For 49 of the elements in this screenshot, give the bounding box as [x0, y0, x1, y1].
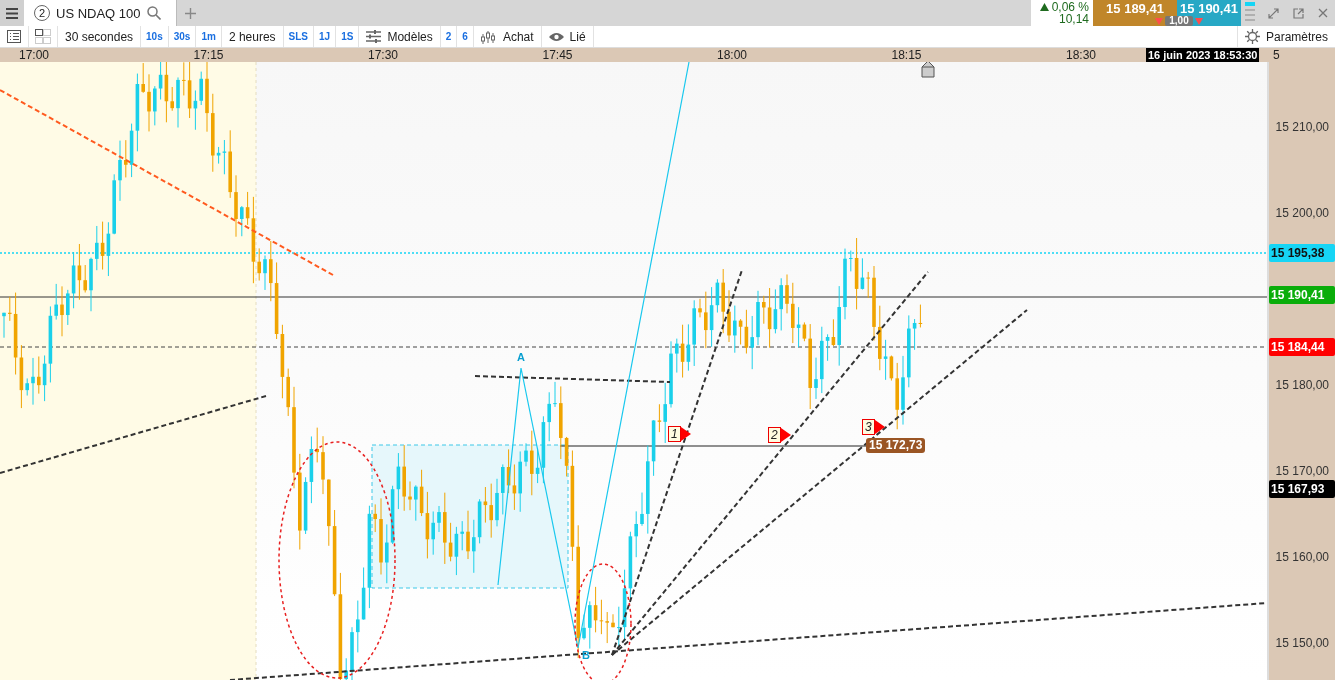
price-tag: 15 172,73: [866, 438, 926, 453]
candlestick-icon: [480, 29, 497, 44]
settings-icon: [1244, 29, 1260, 45]
price-tag: 15 184,44: [1269, 337, 1335, 356]
eye-icon: [548, 31, 564, 42]
triangle-icon: [680, 427, 691, 441]
close-icon[interactable]: [1318, 8, 1328, 18]
order-marker[interactable]: 3: [862, 419, 875, 435]
price-tick-label: 15 180,00: [1275, 377, 1329, 393]
marker-flag-icon: [921, 62, 935, 78]
search-icon[interactable]: [146, 6, 161, 20]
time-label: 17:45: [541, 48, 574, 63]
price-tag: 15 195,38: [1269, 243, 1335, 262]
list-icon: [7, 30, 21, 44]
instrument-tab[interactable]: 2 US NDAQ 100: [24, 0, 177, 26]
sliders-icon: [366, 30, 382, 44]
change-percent: 0,06 %: [1051, 1, 1089, 13]
price-tick-label: 15 170,00: [1275, 463, 1329, 479]
popout-icon[interactable]: [1293, 7, 1304, 19]
price-tick-label: 15 160,00: [1275, 549, 1329, 565]
add-tab-icon[interactable]: [185, 7, 196, 19]
time-label: 18:15: [890, 48, 923, 63]
time-label: 17:30: [367, 48, 399, 63]
up-triangle-icon: [1039, 3, 1049, 11]
time-label: 17:00: [18, 48, 50, 63]
price-tick-label: 15 150,00: [1275, 635, 1329, 651]
wave-label: A: [517, 351, 525, 363]
menu-button[interactable]: [0, 0, 24, 26]
time-label: 5: [1273, 48, 1280, 63]
time-label: 18:30: [1065, 48, 1097, 63]
time-label: 18:00: [716, 48, 748, 63]
down-triangle-icon: [1155, 17, 1164, 25]
triangle-icon: [780, 428, 791, 442]
price-tag: 15 167,93: [1269, 479, 1335, 498]
quantity-badge: 1,00: [1165, 16, 1193, 26]
menu-icon: [6, 7, 18, 19]
order-marker[interactable]: 2: [768, 427, 781, 443]
cursor-time-label: 16 juin 2023 18:53:30: [1146, 48, 1260, 63]
grid-layout-icon: [35, 29, 51, 45]
price-tick-label: 15 210,00: [1275, 119, 1329, 135]
price-tick-label: 15 200,00: [1275, 205, 1329, 221]
price-tag: 15 190,41: [1269, 286, 1335, 305]
down-triangle-icon: [1194, 17, 1203, 25]
order-marker[interactable]: 1: [668, 426, 681, 442]
instrument-name: US NDAQ 100: [56, 5, 141, 21]
expand-icon[interactable]: [1268, 7, 1279, 19]
triangle-icon: [874, 420, 885, 434]
time-label: 17:15: [192, 48, 225, 63]
change-points: 10,14: [1058, 13, 1089, 25]
